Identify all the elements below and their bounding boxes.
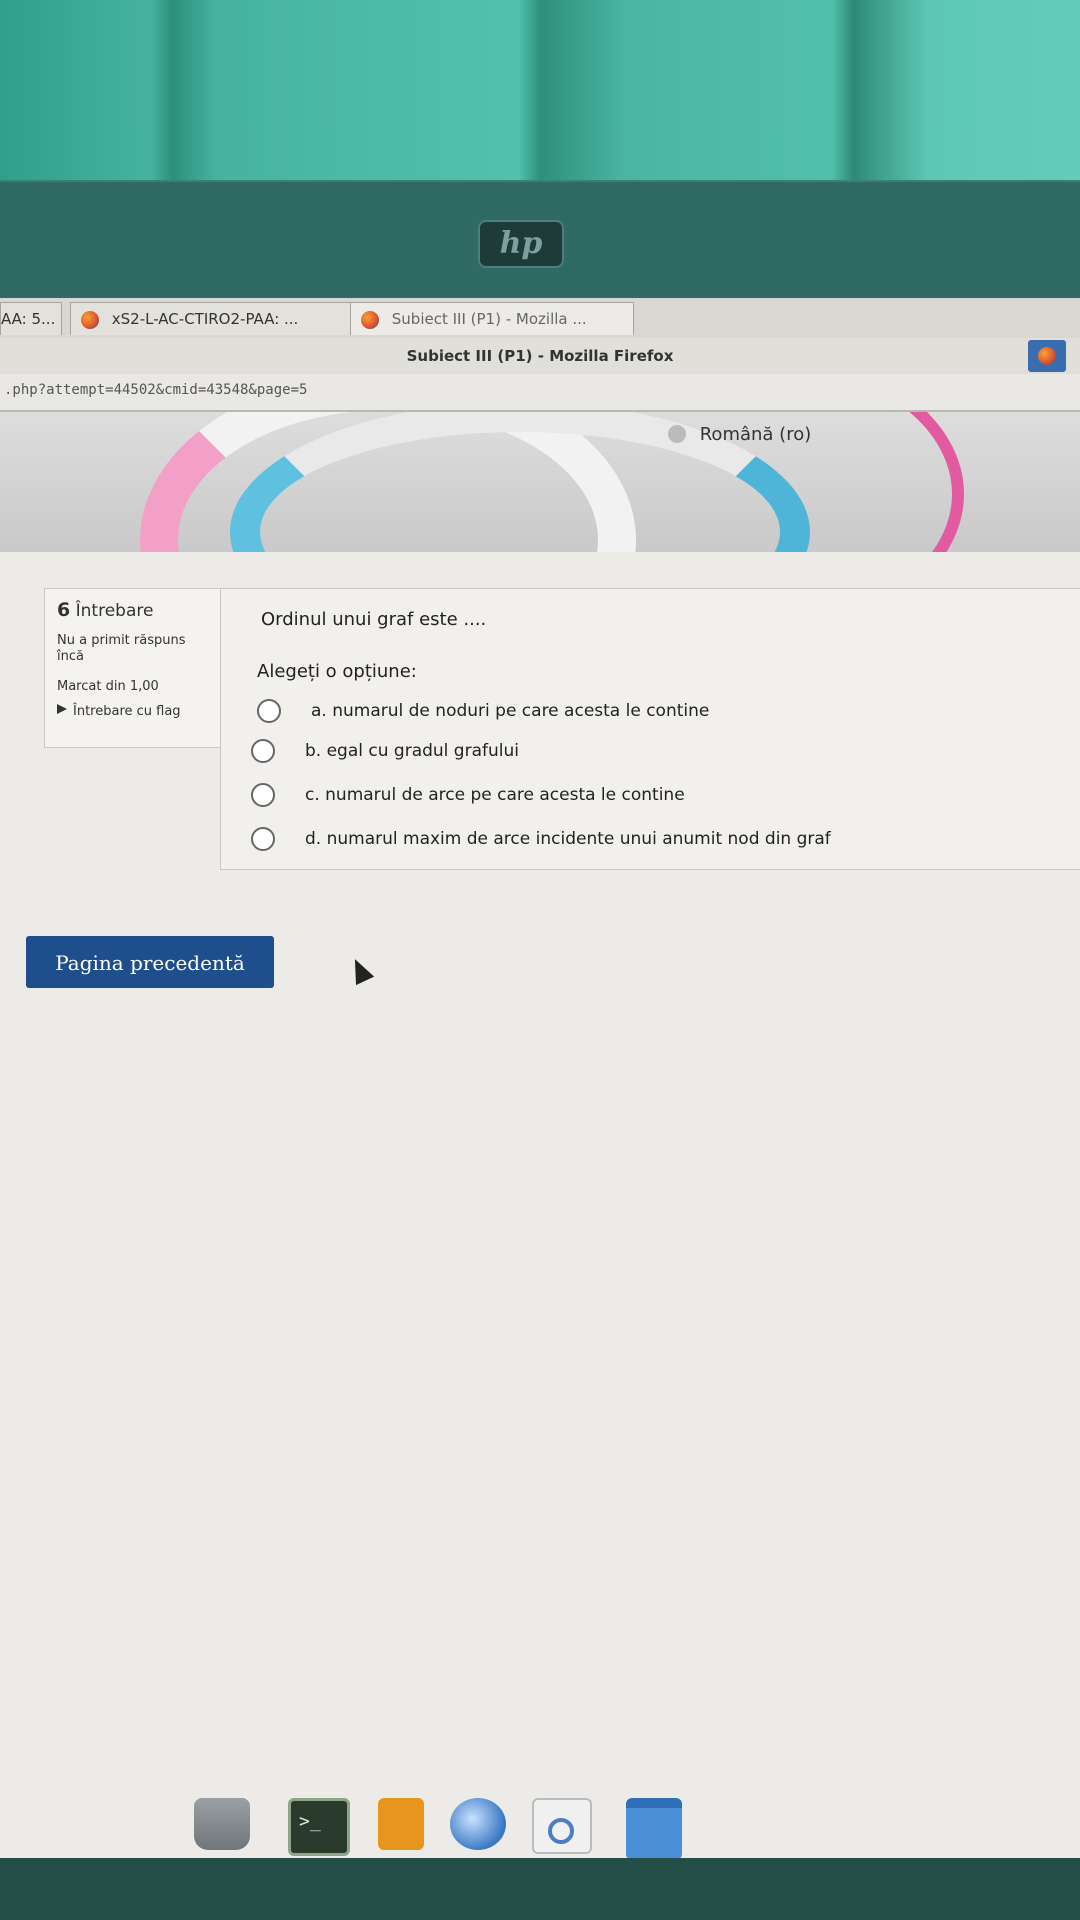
tab-bar: AA: 5... xS2-L-AC-CTIRO2-PAA: ... Subiec… bbox=[0, 298, 1080, 339]
background-window bbox=[0, 0, 1080, 190]
terminal-icon[interactable]: >_ bbox=[288, 1798, 350, 1856]
firefox-menu-button[interactable] bbox=[1028, 340, 1066, 372]
answer-option-c[interactable]: c. numarul de arce pe care acesta le con… bbox=[251, 783, 685, 807]
language-label: Română (ro) bbox=[699, 424, 812, 445]
question-mark: Marcat din 1,00 bbox=[57, 679, 159, 694]
tab-2-label: xS2-L-AC-CTIRO2-PAA: ... bbox=[111, 310, 299, 328]
url-text: .php?attempt=44502&cmid=43548&page=5 bbox=[4, 382, 308, 398]
question-text: Ordinul unui graf este .... bbox=[261, 609, 487, 630]
tab-3-label: Subiect III (P1) - Mozilla ... bbox=[391, 310, 587, 328]
answer-option-b[interactable]: b. egal cu gradul grafului bbox=[251, 739, 519, 763]
language-selector[interactable]: Română (ro) bbox=[668, 424, 811, 445]
radio-option-c[interactable] bbox=[251, 783, 275, 807]
flag-label: Întrebare cu flag bbox=[73, 704, 181, 719]
search-icon[interactable] bbox=[532, 1798, 592, 1854]
tab-2[interactable]: xS2-L-AC-CTIRO2-PAA: ... bbox=[70, 302, 352, 335]
option-c-label: c. numarul de arce pe care acesta le con… bbox=[305, 785, 685, 805]
answer-prompt: Alegeți o opțiune: bbox=[257, 661, 417, 682]
header-banner: Română (ro) bbox=[0, 412, 1080, 552]
question-info-box: 6 Întrebare Nu a primit răspuns încă Mar… bbox=[44, 588, 228, 748]
option-a-label: a. numarul de noduri pe care acesta le c… bbox=[311, 701, 710, 721]
question-state: Nu a primit răspuns încă bbox=[57, 633, 186, 664]
option-d-label: d. numarul maxim de arce incidente unui … bbox=[305, 829, 831, 849]
folder-icon[interactable] bbox=[626, 1798, 682, 1860]
radio-option-d[interactable] bbox=[251, 827, 275, 851]
firefox-icon bbox=[361, 310, 379, 329]
tab-1[interactable]: AA: 5... bbox=[0, 302, 62, 335]
dock: >_ bbox=[0, 1788, 1080, 1860]
answer-option-a[interactable]: a. numarul de noduri pe care acesta le c… bbox=[257, 699, 709, 723]
question-number-value: 6 bbox=[57, 599, 71, 621]
flag-icon bbox=[57, 704, 67, 714]
terminal-glyph: >_ bbox=[299, 1811, 321, 1832]
answer-option-d[interactable]: d. numarul maxim de arce incidente unui … bbox=[251, 827, 831, 851]
radio-option-a[interactable] bbox=[257, 699, 281, 723]
question-number-label: Întrebare bbox=[75, 601, 154, 621]
magnifier-glyph bbox=[548, 1818, 574, 1844]
firefox-icon bbox=[1038, 347, 1056, 365]
previous-page-button[interactable]: Pagina precedentă bbox=[26, 936, 274, 988]
drive-icon[interactable] bbox=[194, 1798, 250, 1850]
tab-3-active[interactable]: Subiect III (P1) - Mozilla ... bbox=[350, 302, 634, 335]
question-number: 6 Întrebare bbox=[57, 599, 215, 621]
browser-screen: AA: 5... xS2-L-AC-CTIRO2-PAA: ... Subiec… bbox=[0, 298, 1080, 1860]
question-box: Ordinul unui graf este .... Alegeți o op… bbox=[220, 588, 1080, 870]
monitor-bottom-bezel bbox=[0, 1858, 1080, 1920]
radio-option-b[interactable] bbox=[251, 739, 275, 763]
option-b-label: b. egal cu gradul grafului bbox=[305, 741, 519, 761]
hp-logo: hp bbox=[478, 220, 564, 268]
tab-1-label: AA: 5... bbox=[1, 310, 56, 328]
globe-icon[interactable] bbox=[450, 1798, 506, 1850]
flag-question-link[interactable]: Întrebare cu flag bbox=[57, 704, 215, 719]
window-title: Subiect III (P1) - Mozilla Firefox bbox=[0, 338, 1080, 375]
archive-icon[interactable] bbox=[378, 1798, 424, 1850]
url-bar[interactable]: .php?attempt=44502&cmid=43548&page=5 bbox=[0, 374, 1080, 412]
firefox-icon bbox=[81, 310, 99, 329]
globe-icon bbox=[668, 425, 686, 443]
mouse-cursor bbox=[345, 954, 375, 986]
